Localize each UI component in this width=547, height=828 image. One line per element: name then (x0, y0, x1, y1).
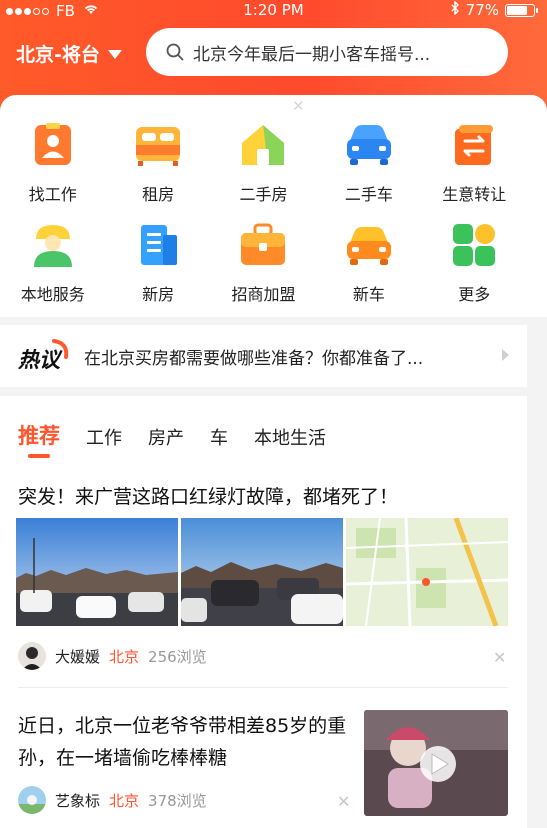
category-label: 新车 (352, 285, 385, 304)
author-name[interactable]: 大媛媛 (55, 646, 100, 667)
city-selector[interactable]: 北京-将台 (16, 40, 122, 67)
category-franchise[interactable]: 招商加盟 (211, 223, 316, 305)
category-rent[interactable]: 租房 (105, 123, 210, 205)
article-photo-cars (181, 518, 343, 626)
article-meta: 艺象标 北京 378浏览 (18, 786, 207, 814)
category-label: 更多 (458, 285, 491, 304)
feed: 推荐 工作 房产 车 本地生活 突发！来广营这路口红绿灯故障，都堵死了！ 大媛媛… (0, 396, 527, 828)
avatar[interactable] (18, 642, 46, 670)
tab-realestate[interactable]: 房产 (148, 424, 184, 450)
avatar[interactable] (18, 786, 46, 814)
category-local-service[interactable]: 本地服务 (0, 223, 105, 305)
article-title[interactable]: 近日，北京一位老爷爷带相差85岁的重孙，在一堵墙偷吃棒棒糖 (18, 710, 353, 774)
category-second-house[interactable]: 二手房 (211, 123, 316, 205)
divider (18, 687, 508, 688)
article-image-row[interactable] (16, 518, 508, 626)
category-label: 本地服务 (20, 285, 85, 304)
view-count: 378浏览 (148, 791, 207, 810)
category-used-car[interactable]: 二手车 (316, 123, 421, 205)
category-job[interactable]: 找工作 (0, 123, 105, 205)
tab-recommend[interactable]: 推荐 (18, 420, 60, 458)
close-icon[interactable]: ✕ (292, 97, 305, 115)
tab-local-life[interactable]: 本地生活 (254, 424, 326, 450)
tab-work[interactable]: 工作 (86, 424, 122, 450)
hot-topic-text: 在北京买房都需要做哪些准备？你都准备了... (84, 348, 424, 369)
city-label: 北京-将台 (16, 44, 100, 66)
search-placeholder: 北京今年最后一期小客车摇号... (193, 44, 431, 65)
bed-icon (136, 127, 181, 166)
close-icon[interactable]: ✕ (493, 648, 506, 667)
article-video-thumbnail[interactable] (364, 710, 508, 816)
hot-badge-text: 热议 (18, 348, 60, 372)
category-new-house[interactable]: 新房 (105, 223, 210, 305)
hot-topic-bar[interactable]: 热议 在北京买房都需要做哪些准备？你都准备了... (0, 325, 527, 387)
chevron-right-icon (502, 349, 509, 361)
transfer-icon (455, 125, 494, 165)
building-icon (141, 225, 178, 265)
status-right: 77% (451, 0, 538, 19)
search-bar[interactable]: 北京今年最后一期小客车摇号... (146, 28, 508, 76)
category-label: 二手车 (344, 185, 393, 204)
location-tag: 北京 (109, 647, 140, 666)
chevron-down-icon (107, 50, 122, 59)
battery-percent: 77% (465, 1, 499, 19)
category-new-car[interactable]: 新车 (316, 223, 421, 305)
category-label: 找工作 (28, 185, 77, 204)
bluetooth-icon (451, 0, 460, 19)
briefcase-icon (241, 223, 286, 265)
used-car-icon (346, 125, 391, 165)
tab-car[interactable]: 车 (210, 424, 228, 450)
status-bar: FB 1:20 PM 77% (0, 0, 547, 22)
feed-tabs: 推荐 工作 房产 车 本地生活 (18, 420, 326, 458)
article-meta: 大媛媛 北京 256浏览 (18, 642, 207, 670)
category-label: 新房 (142, 285, 175, 304)
house-icon (242, 125, 285, 165)
category-grid: 找工作 租房 二手房 二手车 生意转让 本地服务 新房 招商加盟 新车 更多 (0, 123, 527, 305)
hot-badge: 热议 (18, 339, 72, 373)
article-photo-traffic (16, 518, 178, 626)
category-business-transfer[interactable]: 生意转让 (422, 123, 527, 205)
close-icon[interactable]: ✕ (337, 792, 350, 811)
location-tag: 北京 (109, 791, 140, 810)
category-more[interactable]: 更多 (422, 223, 527, 305)
category-label: 二手房 (239, 185, 288, 204)
category-label: 租房 (142, 185, 175, 204)
article-title[interactable]: 突发！来广营这路口红绿灯故障，都堵死了！ (18, 482, 398, 509)
search-icon (166, 43, 184, 61)
category-label: 生意转让 (442, 185, 507, 204)
category-card: ✕ 找工作 租房 二手房 二手车 生意转让 本地服务 新房 招商加盟 新车 更多 (0, 95, 547, 317)
job-icon (34, 123, 71, 165)
new-car-icon (346, 227, 391, 265)
more-icon (453, 224, 496, 266)
category-label: 招商加盟 (231, 285, 296, 304)
local-service-icon (33, 225, 72, 267)
article-map (346, 518, 508, 626)
page-edge (527, 0, 547, 828)
view-count: 256浏览 (148, 647, 207, 666)
author-name[interactable]: 艺象标 (55, 790, 100, 811)
